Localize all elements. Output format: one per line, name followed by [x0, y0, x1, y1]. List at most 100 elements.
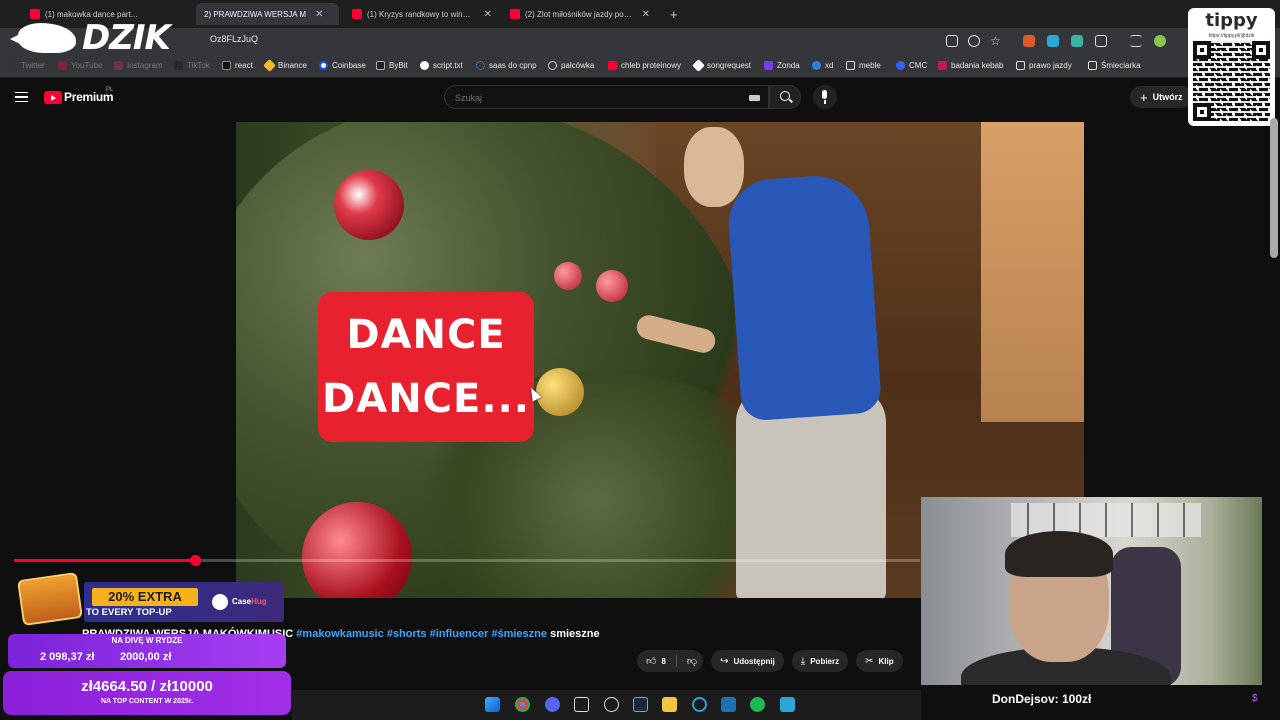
hashtag-link[interactable]: #śmieszne: [491, 628, 547, 640]
bookmark-binance[interactable]: Binance: [263, 59, 307, 72]
file-explorer-icon[interactable]: [662, 697, 677, 712]
boar-logo-icon: [10, 23, 76, 53]
hamburger-menu-icon[interactable]: [15, 92, 28, 102]
bookmark-twitter[interactable]: Twitter: [8, 61, 45, 70]
goal-1-amount: 2 098,37 zł: [40, 651, 95, 663]
search-input[interactable]: [455, 91, 735, 105]
hashtag-link[interactable]: #shorts: [387, 628, 427, 640]
address-bar-url[interactable]: Oz8FLzJuQ: [210, 34, 258, 44]
video-caption-sticker: DANCE DANCE...: [318, 292, 534, 442]
new-tab-button[interactable]: +: [662, 3, 682, 25]
app-icon[interactable]: [574, 697, 589, 712]
discord-icon[interactable]: [545, 697, 560, 712]
screen-cast-icon[interactable]: [946, 35, 958, 47]
search-button[interactable]: [769, 85, 801, 109]
notepad-icon[interactable]: [780, 697, 795, 712]
hashtag-link[interactable]: #influencer: [430, 628, 489, 640]
dzik-logo: DZIK: [10, 18, 171, 58]
x-logo-icon: [8, 61, 17, 70]
video-caption-text: DANCE DANCE...: [322, 312, 530, 422]
video-frame-person: [725, 172, 883, 422]
github-icon: [420, 61, 429, 70]
like-button[interactable]: 👍︎ 8 👎︎: [637, 650, 704, 672]
bookmark-youtube[interactable]: YouTube: [58, 61, 102, 70]
bookmark-chleb[interactable]: chleb proteinowy: [608, 61, 681, 70]
video-progress-bar[interactable]: [14, 555, 920, 566]
app-icon[interactable]: [721, 697, 736, 712]
tab-title: 2) PRAWDZIWA WERSJA M: [204, 9, 307, 19]
tiktok-icon: [174, 61, 183, 70]
close-tab-icon[interactable]: ✕: [642, 9, 650, 20]
bookmark-instagram[interactable]: Instagram: [114, 61, 163, 70]
webcam-person: [1005, 531, 1113, 577]
bookmark-cmc[interactable]: CMC: [896, 61, 927, 70]
windows-start-icon[interactable]: [485, 697, 500, 712]
voice-search-mic-icon[interactable]: [813, 85, 837, 109]
zoom-icon[interactable]: [968, 35, 980, 47]
youtube-logo-icon[interactable]: [44, 91, 62, 104]
tippy-logo-text: tippy: [1205, 10, 1258, 31]
spotify-icon[interactable]: [750, 697, 765, 712]
extension-icon[interactable]: [1071, 35, 1083, 47]
extension-icon[interactable]: [1047, 35, 1059, 47]
steam-icon[interactable]: [633, 697, 648, 712]
thumbs-up-icon: 👍︎: [646, 656, 657, 667]
casehug-logo-icon: [212, 594, 228, 610]
search-box[interactable]: [444, 85, 769, 109]
dzik-logo-text: DZIK: [82, 18, 171, 58]
goal-2-subtitle: NA TOP CONTENT W 2025r.: [100, 698, 194, 705]
dollar-icon: $: [1252, 693, 1258, 704]
keyboard-icon[interactable]: [749, 95, 760, 101]
create-button[interactable]: + Utwórz: [1130, 86, 1193, 108]
qr-finder-icon: [1193, 103, 1211, 121]
browser-tab-active[interactable]: 2) PRAWDZIWA WERSJA M ✕: [196, 3, 339, 25]
bookmark-palcowka[interactable]: palcówka: [548, 61, 594, 70]
bookmark-script[interactable]: script.txt: [420, 61, 463, 70]
bookmark-react[interactable]: react: [222, 61, 253, 70]
obs-icon[interactable]: [604, 697, 619, 712]
tippy-url: https://tippy.pl/@dzik: [1208, 33, 1255, 39]
download-button[interactable]: ⤓ Pobierz: [791, 650, 849, 672]
clip-button[interactable]: ✂ Klip: [856, 650, 903, 672]
bookmark-star-icon[interactable]: ☆: [990, 35, 1002, 47]
page-scrollbar[interactable]: [1270, 118, 1278, 258]
bookmark-bybit[interactable]: ByBit: [376, 61, 408, 70]
video-progress-scrubber[interactable]: [190, 555, 202, 566]
tab-title: (1) Kryzys randkowy to wina ew: [367, 9, 475, 19]
share-arrow-icon: ↪: [720, 655, 729, 667]
zonda-icon: [764, 61, 773, 70]
chrome-icon[interactable]: [515, 697, 530, 712]
bookmarks-bar: Twitter YouTube Instagram TikTok react B…: [0, 56, 1280, 78]
media-controls-icon[interactable]: [1130, 35, 1142, 47]
bookmark-smieciarka[interactable]: Śmieciarka: [1088, 61, 1141, 70]
browser-tab[interactable]: (2) Zlot miłośników jazdy po ch ✕: [502, 3, 658, 25]
loading-icon: [476, 61, 485, 70]
app-icon[interactable]: [692, 697, 707, 712]
bookmark-prawo-jazdy[interactable]: prawo jazdy: [1016, 61, 1072, 70]
close-tab-icon[interactable]: ✕: [484, 9, 492, 20]
donation-text: DonDejsov: 100zł: [992, 692, 1092, 706]
bookmark-coinbase[interactable]: Coinbase: [319, 61, 366, 70]
hashtag-link[interactable]: #makowkamusic: [296, 628, 383, 640]
coinbase-icon: [319, 61, 328, 70]
share-button[interactable]: ↪ Udostępnij: [711, 650, 784, 672]
cmc-icon: [896, 61, 905, 70]
bookmark-zonda[interactable]: Zonda: [764, 61, 800, 70]
extensions-puzzle-icon[interactable]: [1095, 35, 1107, 47]
bookmark-meble[interactable]: meble: [846, 61, 881, 70]
thumbs-down-icon[interactable]: 👎︎: [687, 655, 697, 667]
bookmark-kebab[interactable]: badania kebab: [938, 61, 1004, 70]
bookmark-songrequest[interactable]: songrequest: [692, 59, 751, 72]
extension-icon[interactable]: [1023, 35, 1035, 47]
bookmark-tiktok[interactable]: TikTok: [174, 61, 210, 70]
tippy-donation-qr: tippy https://tippy.pl/@dzik: [1188, 8, 1275, 126]
diamond-icon: [692, 59, 705, 72]
browser-tab-strip: (1) makowka dance part... 2) PRAWDZIWA W…: [0, 0, 1280, 28]
qr-finder-icon: [1252, 41, 1270, 59]
profile-avatar[interactable]: [1154, 35, 1166, 47]
close-tab-icon[interactable]: ✕: [315, 9, 323, 20]
youtube-icon: [58, 61, 67, 70]
bookmark-xd[interactable]: xd: [812, 61, 833, 70]
browser-tab[interactable]: (1) Kryzys randkowy to wina ew ✕: [344, 3, 500, 25]
bookmark-saas[interactable]: saas do cpnp: [476, 61, 537, 70]
